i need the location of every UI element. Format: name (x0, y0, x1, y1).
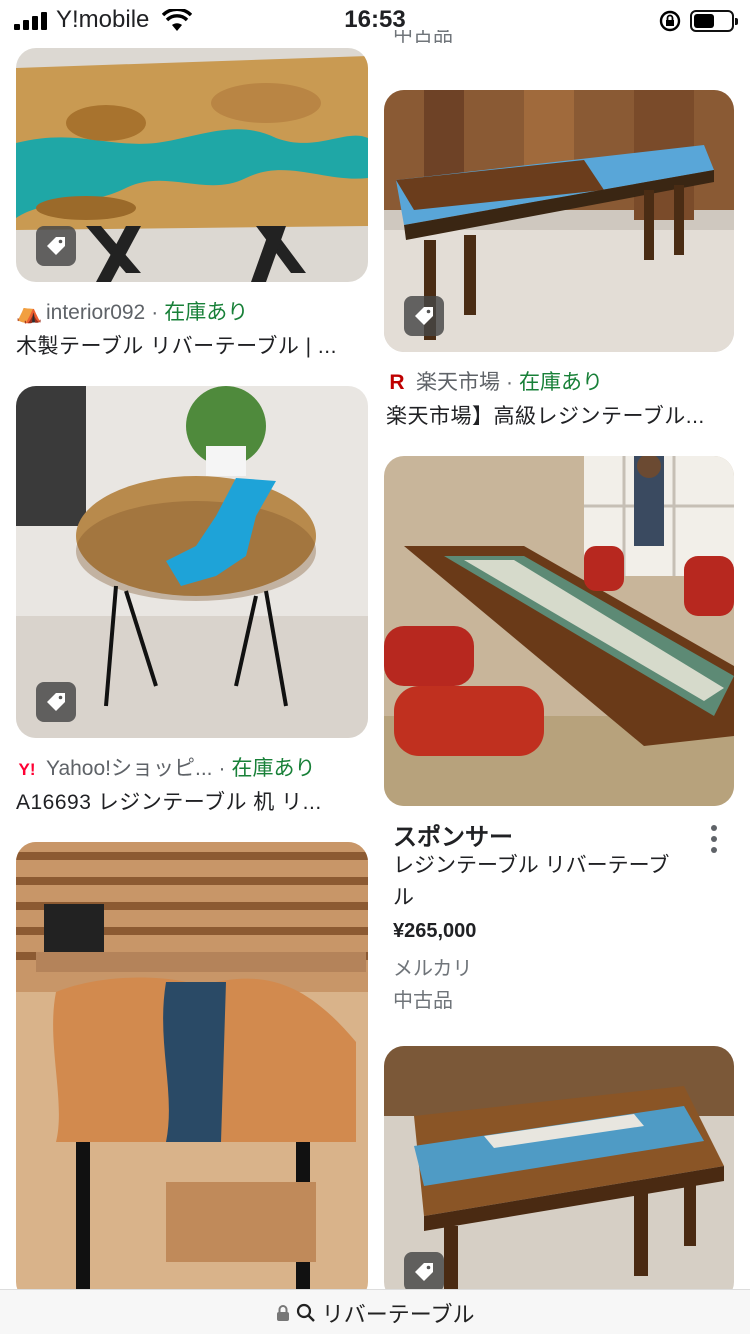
price-tag-button[interactable] (36, 682, 76, 722)
result-image-5[interactable] (16, 842, 368, 1302)
rakuten-favicon-icon: R (389, 371, 405, 394)
url-bar[interactable]: リバーテーブル (0, 1289, 750, 1334)
sponsored-price: ¥265,000 (393, 920, 477, 942)
result-image-2[interactable] (384, 90, 734, 352)
more-options-icon[interactable] (700, 822, 728, 858)
result-source-2[interactable]: R 楽天市場 · 在庫あり (386, 366, 603, 396)
search-icon (296, 1303, 315, 1322)
url-display[interactable]: リバーテーブル (0, 1297, 750, 1329)
result-image-1[interactable] (16, 48, 368, 282)
availability-badge: 在庫あり (231, 757, 316, 780)
sponsored-condition: 中古品 (393, 990, 453, 1012)
tag-icon (47, 237, 65, 255)
result-source-3[interactable]: Y! Yahoo!ショッピ... · 在庫あり (16, 752, 316, 782)
tag-icon (47, 693, 65, 711)
battery-icon (690, 10, 738, 32)
previous-condition-text: 中古品 (393, 30, 453, 46)
price-tag-button[interactable] (404, 1252, 444, 1292)
result-title-3[interactable]: A16693 レジンテーブル 机 リ... (16, 786, 356, 816)
interior-favicon-icon: ⛺ (16, 301, 43, 324)
clock: 16:53 (344, 6, 406, 33)
sponsored-label: スポンサー (393, 824, 513, 851)
result-image-3[interactable] (16, 386, 368, 738)
availability-badge: 在庫あり (519, 371, 603, 394)
availability-badge: 在庫あり (164, 301, 249, 324)
search-query: リバーテーブル (321, 1302, 475, 1327)
result-source-1[interactable]: ⛺ interior092 · 在庫あり (16, 296, 248, 326)
price-tag-button[interactable] (36, 226, 76, 266)
lock-icon (276, 1305, 289, 1321)
yahoo-favicon-icon: Y! (18, 760, 36, 779)
sponsored-seller[interactable]: メルカリ (393, 952, 472, 981)
result-title-1[interactable]: 木製テーブル リバーテーブル | ... (16, 330, 356, 360)
status-bar: Y!mobile 16:53 (0, 0, 750, 44)
tag-icon (415, 307, 433, 325)
rotation-lock-icon (658, 9, 682, 37)
price-tag-button[interactable] (404, 296, 444, 336)
result-image-6[interactable] (384, 1046, 734, 1302)
sponsored-image[interactable] (384, 456, 734, 806)
result-title-2[interactable]: 楽天市場】高級レジンテーブル... (386, 400, 726, 430)
sponsored-title[interactable]: レジンテーブル リバーテーブル (393, 850, 683, 914)
tag-icon (415, 1263, 433, 1281)
